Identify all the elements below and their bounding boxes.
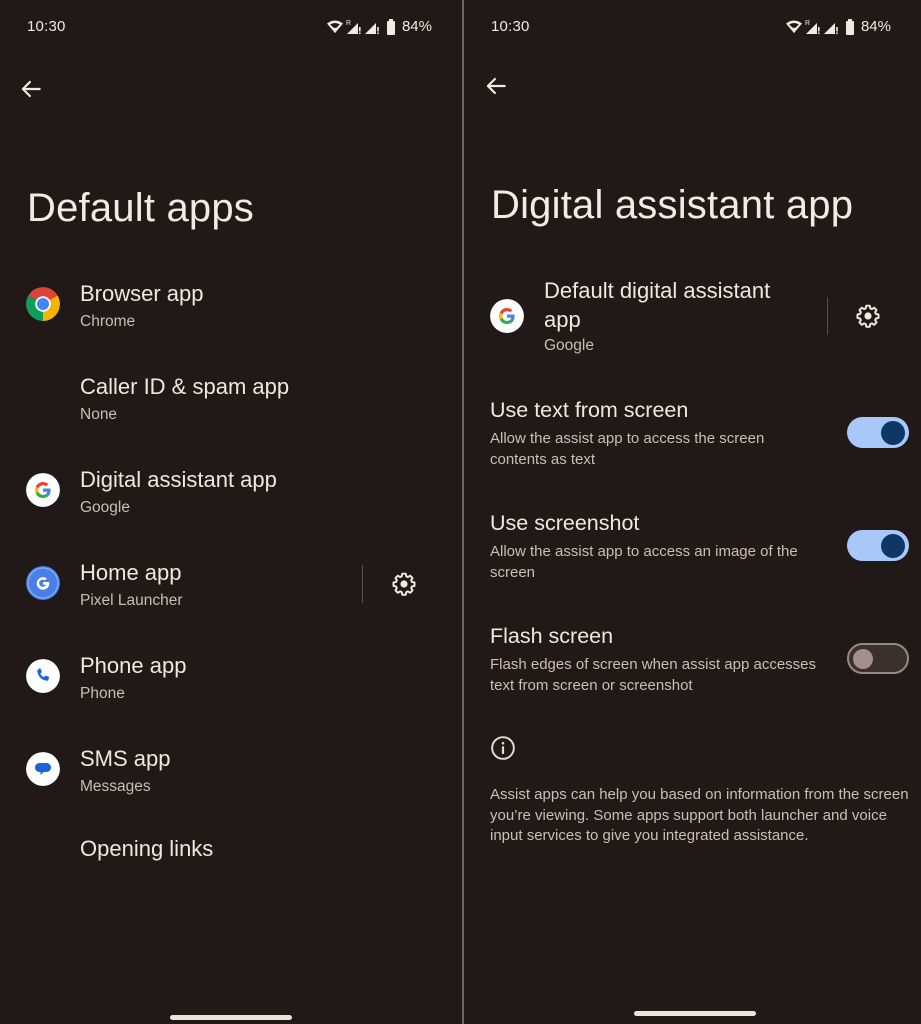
item-subtitle: Google <box>544 337 594 354</box>
battery-icon <box>845 18 854 35</box>
item-title: SMS app <box>80 746 171 771</box>
back-button[interactable] <box>18 76 44 102</box>
wifi-icon <box>326 20 343 33</box>
status-time: 10:30 <box>491 18 530 35</box>
toggle-row-use-text-from-screen[interactable]: Use text from screen Allow the assist ap… <box>464 396 921 476</box>
item-title: Home app <box>80 560 182 585</box>
toggle-row-use-screenshot[interactable]: Use screenshot Allow the assist app to a… <box>464 509 921 589</box>
battery-percent: 84% <box>401 18 432 35</box>
phone-icon <box>26 659 60 693</box>
toggle-description: Allow the assist app to access the scree… <box>490 430 765 468</box>
item-title: Digital assistant app <box>80 467 277 492</box>
list-item-home-app[interactable]: Home app Pixel Launcher <box>0 554 362 634</box>
item-title-line1: Default digital assistant <box>544 278 771 303</box>
item-subtitle: Chrome <box>80 313 136 330</box>
gesture-nav-handle[interactable] <box>634 1011 756 1016</box>
item-title: Opening links <box>80 836 214 861</box>
toggle-title: Use text from screen <box>490 398 689 422</box>
signal-icon <box>823 22 838 34</box>
default-digital-assistant-item[interactable]: Default digital assistant app Google <box>464 275 821 365</box>
divider <box>827 297 828 335</box>
gesture-nav-handle[interactable] <box>170 1015 292 1020</box>
item-title: Browser app <box>80 281 204 306</box>
flash-screen-switch[interactable] <box>847 643 909 674</box>
footer-description: Assist apps can help you based on inform… <box>490 786 909 844</box>
item-subtitle: Google <box>80 499 130 516</box>
page-title: Default apps <box>27 186 254 230</box>
use-screenshot-switch[interactable] <box>847 530 909 561</box>
messages-icon <box>26 752 60 786</box>
status-time: 10:30 <box>27 18 66 35</box>
list-item-digital-assistant-app[interactable]: Digital assistant app Google <box>0 461 462 541</box>
item-title: Phone app <box>80 653 187 678</box>
digital-assistant-screen: 10:30 R 84% Digital assistant app Defaul… <box>464 0 921 1024</box>
item-title-line2: app <box>544 307 581 332</box>
google-icon <box>26 473 60 507</box>
toggle-row-flash-screen[interactable]: Flash screen Flash edges of screen when … <box>464 622 921 702</box>
toggle-description: Flash edges of screen when assist app ac… <box>490 656 817 694</box>
assistant-settings-button[interactable] <box>855 303 881 329</box>
item-subtitle: Phone <box>80 685 125 702</box>
google-icon <box>490 299 524 333</box>
signal-icon <box>364 22 379 34</box>
toggle-description: Allow the assist app to access an image … <box>490 543 798 581</box>
status-icons: R 84% <box>785 18 891 35</box>
switch-knob <box>881 533 905 558</box>
divider <box>362 565 363 603</box>
battery-icon <box>386 18 395 35</box>
svg-text:R: R <box>805 20 810 27</box>
page-title: Digital assistant app <box>491 183 854 227</box>
switch-knob <box>853 648 873 669</box>
switch-knob <box>881 420 905 445</box>
item-subtitle: Messages <box>80 778 151 795</box>
signal-roaming-icon: R <box>805 20 820 34</box>
toggle-title: Flash screen <box>490 624 614 648</box>
list-item-caller-id-app[interactable]: Caller ID & spam app None <box>0 368 462 448</box>
list-item-phone-app[interactable]: Phone app Phone <box>0 647 462 727</box>
list-item-opening-links[interactable]: Opening links <box>0 826 462 876</box>
default-apps-screen: 10:30 R 84% Default apps Browser app Chr… <box>0 0 462 1024</box>
status-icons: R 84% <box>326 18 432 35</box>
info-icon <box>491 736 515 760</box>
item-subtitle: None <box>80 406 118 423</box>
item-subtitle: Pixel Launcher <box>80 592 183 609</box>
home-app-settings-button[interactable] <box>391 571 417 597</box>
use-text-from-screen-switch[interactable] <box>847 417 909 448</box>
toggle-title: Use screenshot <box>490 511 640 535</box>
chrome-icon <box>26 287 60 321</box>
signal-roaming-icon: R <box>346 20 361 34</box>
item-title: Caller ID & spam app <box>80 374 290 399</box>
svg-text:R: R <box>346 20 351 27</box>
pixel-launcher-icon <box>26 566 60 600</box>
status-bar: 10:30 R 84% <box>0 16 462 38</box>
wifi-icon <box>785 20 802 33</box>
battery-percent: 84% <box>860 18 891 35</box>
back-button[interactable] <box>483 73 509 99</box>
list-item-browser-app[interactable]: Browser app Chrome <box>0 275 462 355</box>
list-item-sms-app[interactable]: SMS app Messages <box>0 740 462 820</box>
status-bar: 10:30 R 84% <box>464 16 921 38</box>
